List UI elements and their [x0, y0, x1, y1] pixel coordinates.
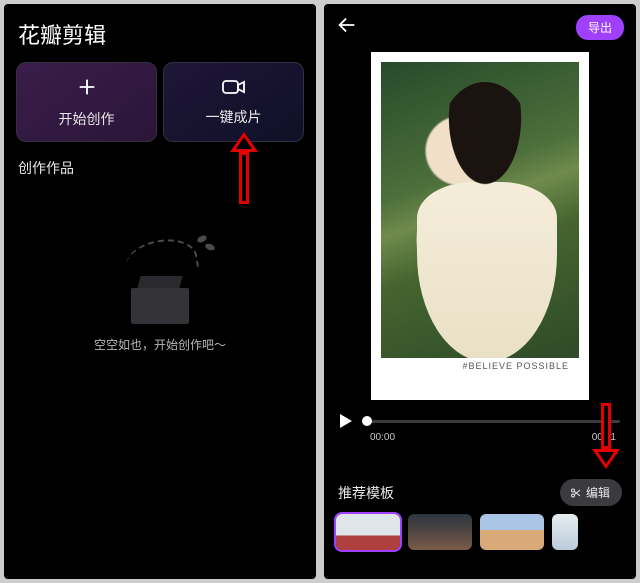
current-time: 00:00 — [370, 432, 395, 443]
templates-header: 推荐模板 编辑 — [338, 479, 622, 506]
start-create-button[interactable]: 开始创作 — [16, 62, 157, 142]
phone-screen-right: 导出 #BELIEVE POSSIBLE 00:00 00:11 推荐模板 编辑 — [324, 4, 636, 579]
preview-caption: #BELIEVE POSSIBLE — [454, 358, 577, 374]
template-thumb-3[interactable] — [480, 514, 544, 550]
top-bar: 导出 — [324, 4, 636, 50]
phone-screen-left: 花瓣剪辑 开始创作 一键成片 创作作品 空空如也，开始创作吧～ — [4, 4, 316, 579]
template-thumb-1[interactable] — [336, 514, 400, 550]
time-row: 00:00 00:11 — [340, 432, 620, 443]
template-thumbnails — [324, 514, 636, 560]
preview-photo — [381, 62, 579, 358]
preview-frame[interactable]: #BELIEVE POSSIBLE — [371, 52, 589, 400]
gallery-label: 创作作品 — [4, 142, 316, 178]
progress-knob[interactable] — [362, 416, 372, 426]
autocut-label: 一键成片 — [206, 107, 262, 127]
templates-label: 推荐模板 — [338, 483, 394, 503]
template-thumb-4[interactable] — [552, 514, 578, 550]
annotation-arrow-edit — [594, 403, 618, 469]
edit-button[interactable]: 编辑 — [560, 479, 622, 506]
annotation-arrow-autocut — [232, 132, 256, 204]
back-icon[interactable] — [336, 14, 358, 41]
template-thumb-2[interactable] — [408, 514, 472, 550]
export-button[interactable]: 导出 — [576, 15, 624, 40]
empty-state-text: 空空如也，开始创作吧～ — [94, 336, 226, 353]
autocut-button[interactable]: 一键成片 — [163, 62, 304, 142]
play-icon[interactable] — [340, 414, 352, 428]
player-bar — [340, 414, 620, 428]
edit-chip-label: 编辑 — [586, 484, 610, 501]
start-create-label: 开始创作 — [59, 109, 115, 129]
scissors-icon — [570, 487, 582, 499]
empty-state: 空空如也，开始创作吧～ — [4, 234, 316, 353]
video-camera-icon — [222, 78, 246, 101]
action-row: 开始创作 一键成片 — [4, 62, 316, 142]
progress-track[interactable] — [362, 420, 620, 423]
app-title: 花瓣剪辑 — [4, 4, 316, 62]
plus-icon — [76, 76, 98, 103]
empty-box-icon — [105, 234, 215, 324]
preview-area: #BELIEVE POSSIBLE — [324, 50, 636, 400]
